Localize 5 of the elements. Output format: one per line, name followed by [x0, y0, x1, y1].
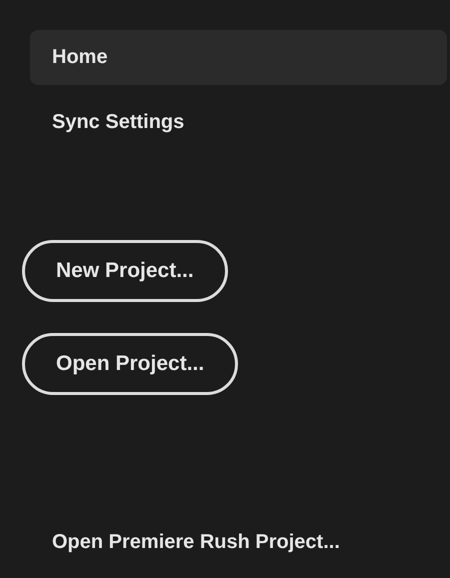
- open-rush-project-link[interactable]: Open Premiere Rush Project...: [52, 531, 340, 554]
- project-button[interactable]: New Project...: [22, 240, 228, 302]
- nav-item[interactable]: Home: [30, 30, 447, 85]
- project-button[interactable]: Open Project...: [22, 333, 238, 395]
- nav-item[interactable]: Sync Settings: [30, 95, 447, 150]
